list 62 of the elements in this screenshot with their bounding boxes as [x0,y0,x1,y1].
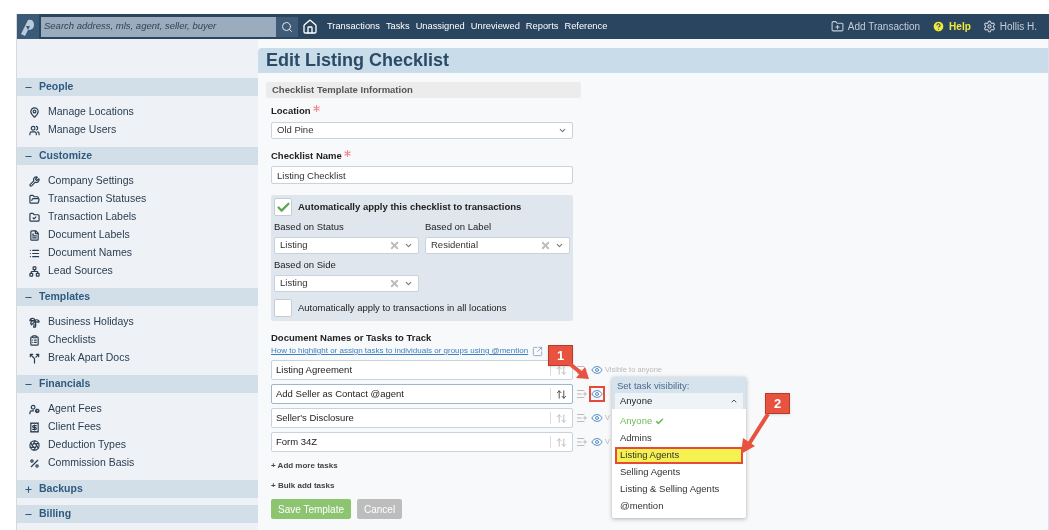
sidebar-item[interactable]: Deduction Types [17,436,258,454]
sidebar-item[interactable]: Transaction Statuses [17,190,258,208]
user-menu-button[interactable]: Hollis H. [982,19,1037,34]
sidebar-item[interactable]: Manage Locations [17,103,258,121]
select-field[interactable]: Listing [274,237,419,254]
visibility-option[interactable]: Selling Agents [615,464,743,481]
sidebar-item[interactable]: Lead Sources [17,262,258,280]
help-link[interactable]: How to highlight or assign tasks to individuals or groups using @mention [271,345,529,357]
sidebar-section-header[interactable]: Backups [17,480,258,498]
sidebar-section-header[interactable]: Templates [17,288,258,306]
annotation-badge: 2 [765,393,790,414]
checkbox-label: Automatically apply to transactions in all locations [298,300,507,315]
nav-link[interactable]: Unreviewed [470,19,520,34]
visibility-select[interactable]: Anyone [615,393,743,409]
nav-link[interactable]: Tasks [385,19,410,34]
task-field[interactable]: Form 34Z [271,432,573,452]
add-task-link[interactable]: + Bulk add tasks [271,480,335,492]
sidebar-item[interactable]: Document Names [17,244,258,262]
page-title: Edit Listing Checklist [266,49,450,72]
field-label: Based on Label [425,220,493,233]
task-field[interactable]: Add Seller as Contact @agent [271,384,573,404]
sidebar-section-header[interactable]: Financials [17,375,258,393]
select-field[interactable]: Listing [274,275,419,292]
visibility-option[interactable]: Listing Agents [615,447,743,464]
nav-link[interactable]: Reference [564,19,608,34]
popup-title: Set task visibility: [616,379,691,393]
checklist-name-field[interactable]: Listing Checklist [271,166,573,184]
field-label: Based on Status [274,220,345,233]
add-task-link[interactable]: + Add more tasks [271,460,338,472]
sidebar-item[interactable]: Manage Users [17,121,258,139]
sidebar-item[interactable]: Commission Basis [17,454,258,472]
annotation-badge: 1 [548,345,573,366]
nav-link[interactable]: Reports [525,19,559,34]
sidebar-item[interactable]: Document Labels [17,226,258,244]
field-label: Checklist Name [271,149,342,164]
section-title: Document Names or Tasks to Track [271,331,433,344]
select-field[interactable]: Old Pine [271,122,573,139]
sidebar-item[interactable]: Company Settings [17,172,258,190]
visibility-option[interactable]: @mention [615,498,743,515]
task-field[interactable]: Listing Agreement [271,360,573,380]
field-label: Based on Side [274,258,337,271]
help-button[interactable]: Help [932,19,971,34]
task-field[interactable]: Seller's Disclosure [271,408,573,428]
search-field[interactable]: Search address, mls, agent, seller, buyer [41,16,276,37]
sidebar-item[interactable]: Agent Fees [17,400,258,418]
sidebar-section-header[interactable]: Billing [17,505,258,523]
visibility-option[interactable]: Admins [615,430,743,447]
field-label: Location [271,104,311,119]
nav-link[interactable]: Unassigned [415,19,465,34]
sidebar-item[interactable]: Business Holidays [17,313,258,331]
select-field[interactable]: Residential [425,237,570,254]
sidebar-section-header[interactable]: People [17,78,258,96]
sidebar-section-header[interactable]: Customize [17,147,258,165]
sidebar-item[interactable]: Break Apart Docs [17,349,258,367]
sidebar-item[interactable]: Transaction Labels [17,208,258,226]
sidebar-item[interactable]: Checklists [17,331,258,349]
nav-link[interactable]: Transactions [327,19,380,34]
add-transaction-button[interactable]: Add Transaction [830,19,921,34]
visibility-option[interactable]: Listing & Selling Agents [615,481,743,498]
sidebar-item[interactable]: Client Fees [17,418,258,436]
checkbox-label: Automatically apply this checklist to transactions [298,199,522,214]
section-header: Checklist Template Information [266,82,581,98]
